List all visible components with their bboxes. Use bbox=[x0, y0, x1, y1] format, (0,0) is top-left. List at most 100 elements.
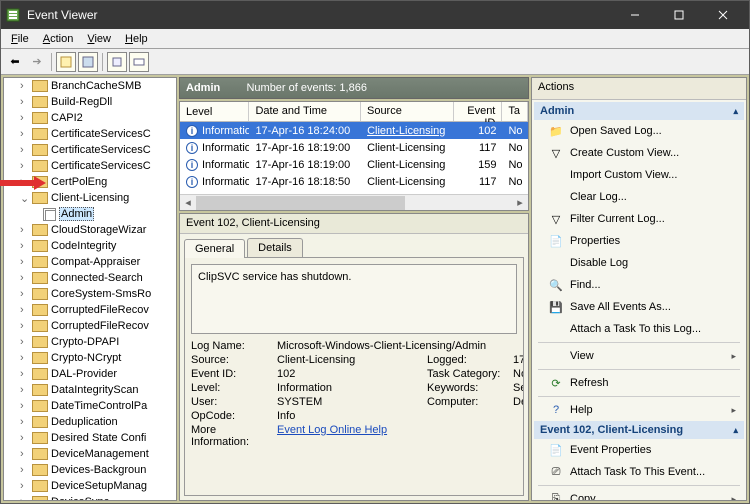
tree-item[interactable]: Admin bbox=[4, 206, 176, 222]
tree-item[interactable]: ›Compat-Appraiser bbox=[4, 254, 176, 270]
tree-item[interactable]: ›DeviceManagement bbox=[4, 446, 176, 462]
link-online-help[interactable]: Event Log Online Help bbox=[277, 424, 524, 448]
maximize-button[interactable] bbox=[657, 1, 701, 29]
grid-hscroll[interactable]: ◂ ▸ bbox=[180, 194, 528, 210]
expand-icon[interactable]: › bbox=[20, 272, 32, 284]
action-item[interactable]: 🔍Find... bbox=[534, 274, 744, 296]
actions-body[interactable]: Admin▴ 📁Open Saved Log...▽Create Custom … bbox=[532, 100, 746, 500]
expand-icon[interactable]: › bbox=[20, 160, 32, 172]
expand-icon[interactable]: › bbox=[20, 320, 32, 332]
expand-icon[interactable]: › bbox=[20, 352, 32, 364]
tree-item[interactable]: ›Devices-Backgroun bbox=[4, 462, 176, 478]
action-item[interactable]: 📄Properties bbox=[534, 230, 744, 252]
tree-item[interactable]: ›CertificateServicesC bbox=[4, 158, 176, 174]
hscroll-left[interactable]: ◂ bbox=[180, 195, 196, 211]
expand-icon[interactable]: › bbox=[20, 96, 32, 108]
action-item[interactable]: 📁Open Saved Log... bbox=[534, 120, 744, 142]
tree-item[interactable]: ›Connected-Search bbox=[4, 270, 176, 286]
expand-icon[interactable]: › bbox=[20, 432, 32, 444]
hscroll-right[interactable]: ▸ bbox=[512, 195, 528, 211]
tab-details[interactable]: Details bbox=[247, 238, 303, 257]
action-item[interactable]: Disable Log bbox=[534, 252, 744, 274]
tab-general[interactable]: General bbox=[184, 239, 245, 258]
expand-icon[interactable]: › bbox=[20, 240, 32, 252]
action-item[interactable]: Attach a Task To this Log... bbox=[534, 318, 744, 340]
tree-item[interactable]: ›Deduplication bbox=[4, 414, 176, 430]
tree-item[interactable]: ›CorruptedFileRecov bbox=[4, 302, 176, 318]
tree-item[interactable]: ›CertificateServicesC bbox=[4, 142, 176, 158]
expand-icon[interactable]: › bbox=[20, 176, 32, 188]
expand-icon[interactable]: › bbox=[20, 416, 32, 428]
action-item[interactable]: 📄Event Properties bbox=[534, 439, 744, 461]
tree-item[interactable]: ›Crypto-NCrypt bbox=[4, 350, 176, 366]
action-view[interactable]: View▸ bbox=[534, 345, 744, 367]
expand-icon[interactable]: › bbox=[20, 80, 32, 92]
tree-item[interactable]: ⌄Client-Licensing bbox=[4, 190, 176, 206]
hscroll-thumb[interactable] bbox=[196, 196, 405, 210]
expand-icon[interactable]: › bbox=[20, 144, 32, 156]
minimize-button[interactable] bbox=[613, 1, 657, 29]
grid-row[interactable]: iInformation17-Apr-16 18:19:00Client-Lic… bbox=[180, 156, 528, 173]
tree-item[interactable]: ›DateTimeControlPa bbox=[4, 398, 176, 414]
toolbar-btn-4[interactable] bbox=[129, 52, 149, 72]
event-message[interactable]: ClipSVC service has shutdown. bbox=[191, 264, 517, 334]
expand-icon[interactable]: › bbox=[20, 384, 32, 396]
col-datetime[interactable]: Date and Time bbox=[249, 102, 361, 121]
actions-group-event[interactable]: Event 102, Client-Licensing▴ bbox=[534, 421, 744, 439]
tree-item[interactable]: ›BranchCacheSMB bbox=[4, 78, 176, 94]
tree-item[interactable]: ›Desired State Confi bbox=[4, 430, 176, 446]
forward-button[interactable]: ➔ bbox=[27, 52, 47, 72]
toolbar-btn-3[interactable] bbox=[107, 52, 127, 72]
expand-icon[interactable]: › bbox=[20, 288, 32, 300]
expand-icon[interactable]: › bbox=[20, 448, 32, 460]
col-task[interactable]: Ta bbox=[502, 102, 528, 121]
expand-icon[interactable]: › bbox=[20, 112, 32, 124]
close-button[interactable] bbox=[701, 1, 745, 29]
menu-help[interactable]: Help bbox=[119, 31, 154, 47]
grid-header[interactable]: Level Date and Time Source Event ID Ta bbox=[180, 102, 528, 122]
tree-item[interactable]: ›DataIntegrityScan bbox=[4, 382, 176, 398]
toolbar-btn-1[interactable] bbox=[56, 52, 76, 72]
menu-view[interactable]: View bbox=[81, 31, 117, 47]
expand-icon[interactable]: › bbox=[20, 464, 32, 476]
tree-item[interactable]: ›Build-RegDll bbox=[4, 94, 176, 110]
grid-row[interactable]: iInformation17-Apr-16 18:24:00Client-Lic… bbox=[180, 122, 528, 139]
tree-item[interactable]: ›CAPI2 bbox=[4, 110, 176, 126]
grid-body[interactable]: iInformation17-Apr-16 18:24:00Client-Lic… bbox=[180, 122, 528, 194]
action-item[interactable]: ▽Create Custom View... bbox=[534, 142, 744, 164]
action-item[interactable]: ⎚Attach Task To This Event... bbox=[534, 461, 744, 483]
tree-item[interactable]: ›Crypto-DPAPI bbox=[4, 334, 176, 350]
expand-icon[interactable]: › bbox=[20, 496, 32, 501]
expand-icon[interactable]: › bbox=[20, 128, 32, 140]
menu-file[interactable]: File bbox=[5, 31, 35, 47]
expand-icon[interactable]: › bbox=[20, 368, 32, 380]
tree-item[interactable]: ›DAL-Provider bbox=[4, 366, 176, 382]
tree-item[interactable]: ›CertificateServicesC bbox=[4, 126, 176, 142]
action-item[interactable]: Import Custom View... bbox=[534, 164, 744, 186]
events-grid[interactable]: Level Date and Time Source Event ID Ta i… bbox=[179, 101, 529, 211]
tree-item[interactable]: ›CorruptedFileRecov bbox=[4, 318, 176, 334]
grid-row[interactable]: iInformation17-Apr-16 18:18:50Client-Lic… bbox=[180, 173, 528, 190]
col-eventid[interactable]: Event ID bbox=[454, 102, 502, 121]
col-source[interactable]: Source bbox=[361, 102, 454, 121]
col-level[interactable]: Level bbox=[180, 102, 249, 121]
tree-item[interactable]: ›CloudStorageWizar bbox=[4, 222, 176, 238]
titlebar[interactable]: Event Viewer bbox=[1, 1, 749, 29]
actions-group-admin[interactable]: Admin▴ bbox=[534, 102, 744, 120]
tree-item[interactable]: ›CodeIntegrity bbox=[4, 238, 176, 254]
expand-icon[interactable]: ⌄ bbox=[20, 192, 32, 205]
action-item[interactable]: ▽Filter Current Log... bbox=[534, 208, 744, 230]
expand-icon[interactable]: › bbox=[20, 256, 32, 268]
toolbar-btn-2[interactable] bbox=[78, 52, 98, 72]
menu-action[interactable]: Action bbox=[37, 31, 80, 47]
action-item[interactable]: 💾Save All Events As... bbox=[534, 296, 744, 318]
expand-icon[interactable]: › bbox=[20, 304, 32, 316]
expand-icon[interactable]: › bbox=[20, 400, 32, 412]
tree-item[interactable]: ›DeviceSetupManag bbox=[4, 478, 176, 494]
back-button[interactable]: ⬅ bbox=[5, 52, 25, 72]
action-help[interactable]: ?Help▸ bbox=[534, 399, 744, 421]
expand-icon[interactable]: › bbox=[20, 336, 32, 348]
tree-item[interactable]: ›CoreSystem-SmsRo bbox=[4, 286, 176, 302]
action-copy[interactable]: ⎘Copy▸ bbox=[534, 488, 744, 500]
action-item[interactable]: Clear Log... bbox=[534, 186, 744, 208]
